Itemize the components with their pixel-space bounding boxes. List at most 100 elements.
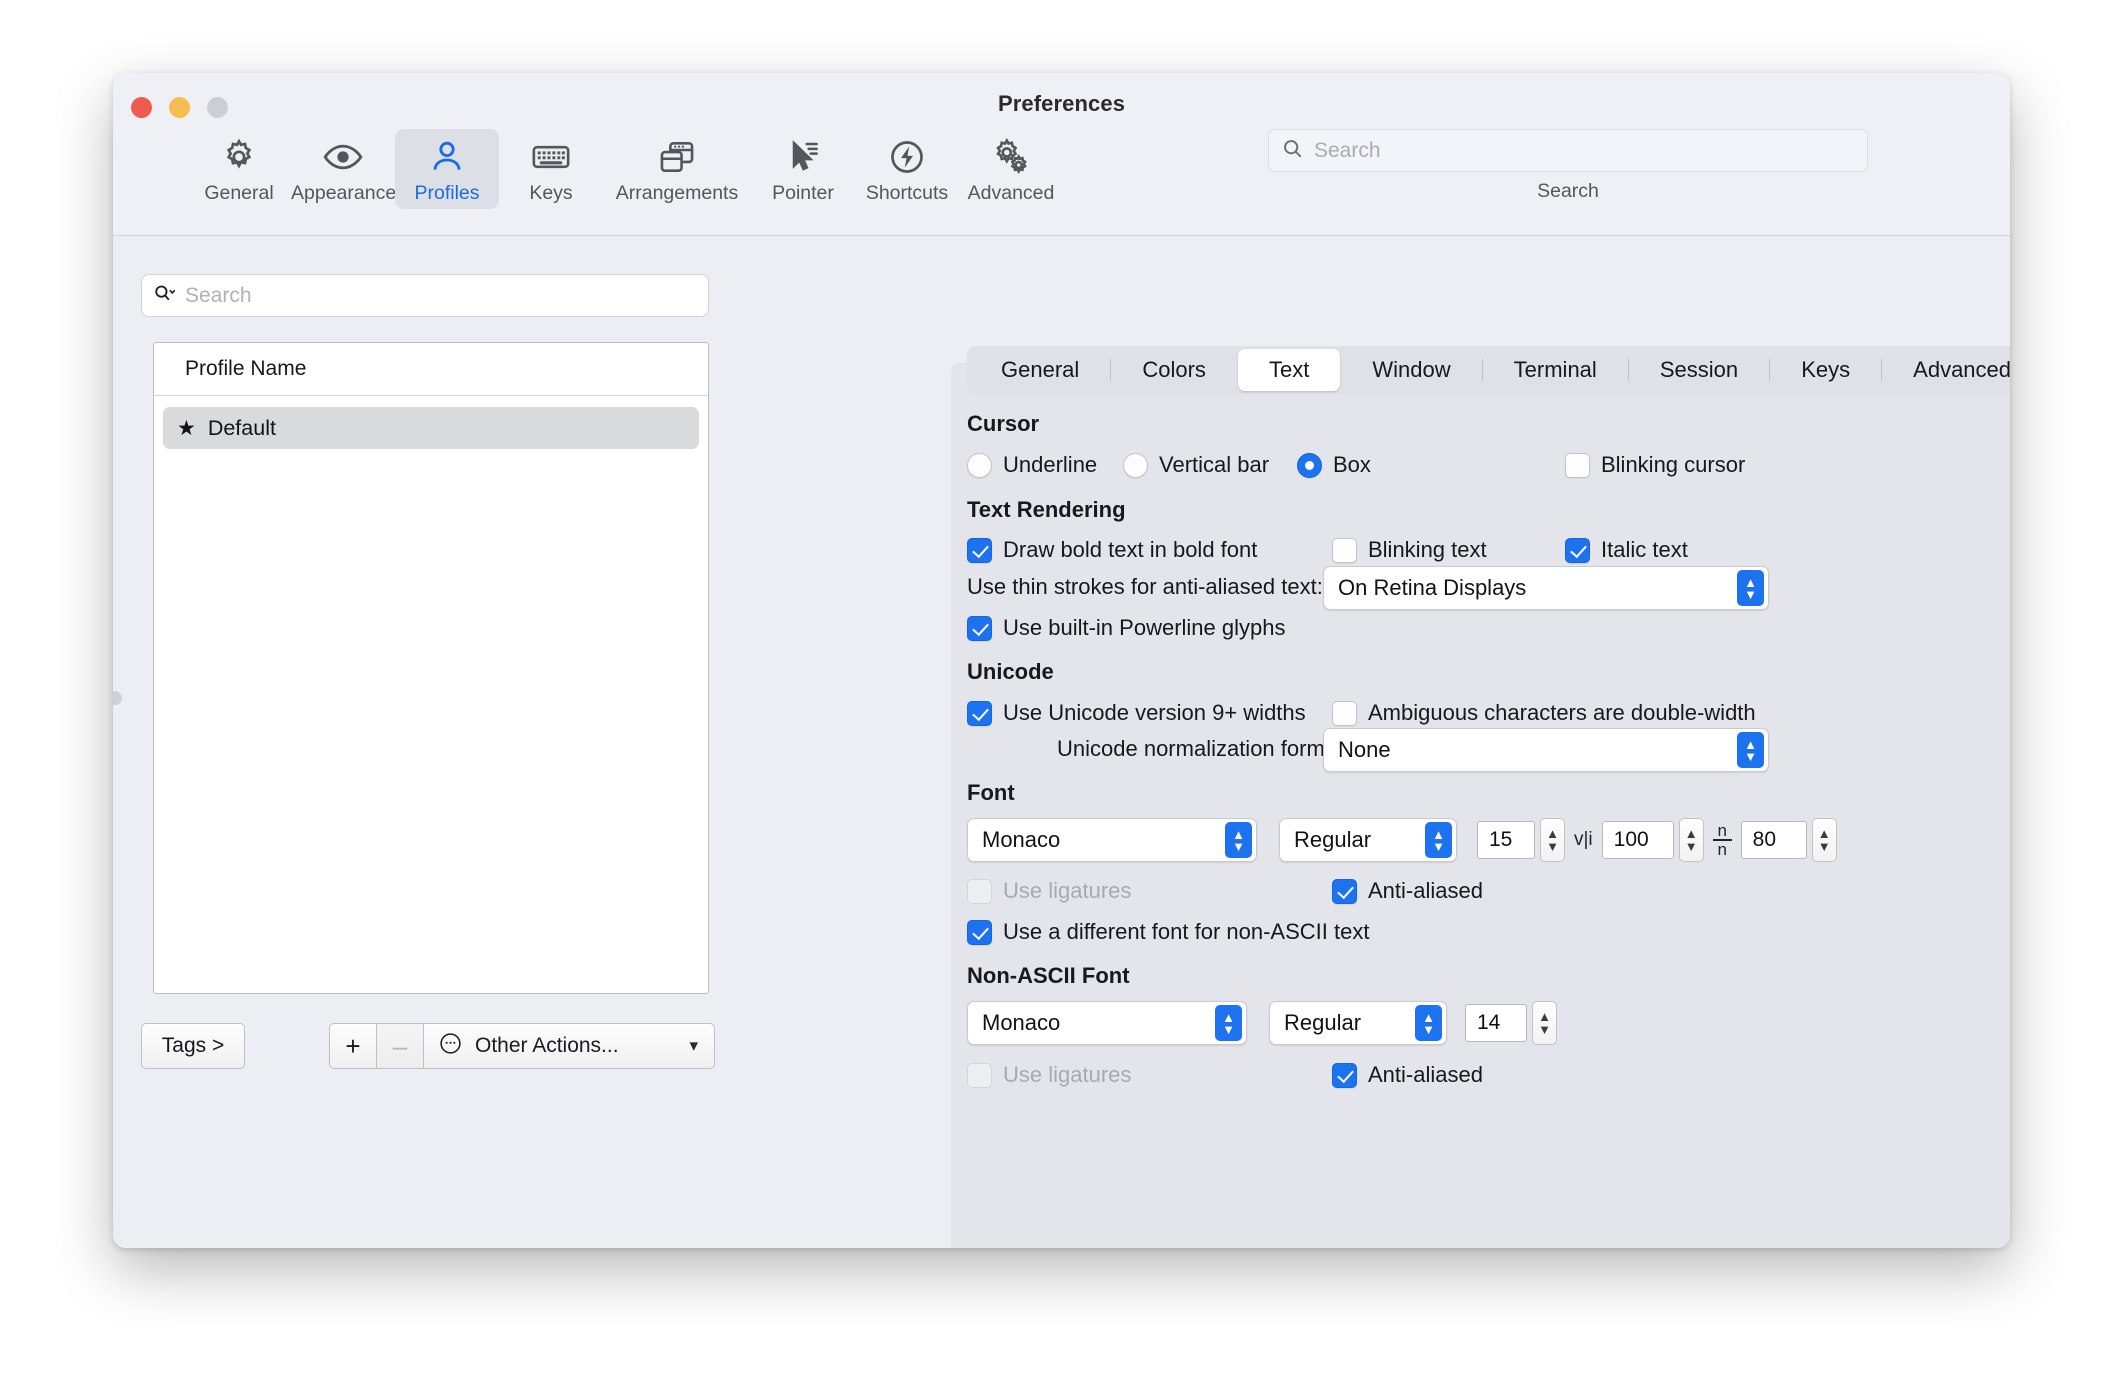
windows-icon — [603, 136, 751, 178]
toolbar-item-label: Advanced — [967, 182, 1055, 204]
toolbar-item-keys[interactable]: Keys — [499, 129, 603, 209]
profile-table: Profile Name ★ Default — [153, 342, 709, 994]
font-size-field[interactable]: 15 — [1477, 821, 1535, 859]
radio-underline[interactable] — [967, 452, 992, 478]
checkbox-unicode-version-9[interactable] — [967, 700, 992, 726]
profile-table-header[interactable]: Profile Name — [154, 343, 708, 396]
checkbox-draw-bold-text[interactable] — [967, 537, 992, 563]
toolbar-tab-list: General Appearance Profiles Keys Arrange… — [187, 129, 1063, 209]
toolbar-item-shortcuts[interactable]: Shortcuts — [855, 129, 959, 209]
checkbox-anti-aliased[interactable] — [1332, 878, 1357, 904]
blinking-cursor-row[interactable]: Blinking cursor — [1565, 452, 1745, 478]
font-antialiased-row[interactable]: Anti-aliased — [1332, 878, 1483, 904]
non-ascii-font-family-select[interactable]: Monaco ▲ ▼ — [967, 1001, 1247, 1045]
radio-vertical-bar[interactable] — [1123, 452, 1148, 478]
non-ascii-font-controls-row: Monaco ▲ ▼ Regular ▲ ▼ 14 ▲ ▼ — [967, 1001, 1557, 1045]
tab-terminal[interactable]: Terminal — [1483, 349, 1628, 391]
non-ascii-font-style-select[interactable]: Regular ▲ ▼ — [1269, 1001, 1447, 1045]
font-size-stepper[interactable]: ▲ ▼ — [1540, 818, 1565, 862]
font-ligatures-row[interactable]: Use ligatures — [967, 878, 1131, 904]
horizontal-spacing-stepper[interactable]: ▲ ▼ — [1678, 818, 1704, 862]
tags-button[interactable]: Tags > — [141, 1023, 245, 1069]
toolbar-item-appearance[interactable]: Appearance — [291, 129, 396, 209]
toolbar-item-general[interactable]: General — [187, 129, 291, 209]
window-toolbar: Preferences General Appearance Profiles … — [113, 73, 2010, 236]
add-profile-button[interactable]: + — [329, 1023, 377, 1069]
toolbar-search-container: Search Search — [1268, 129, 1868, 203]
plus-icon: + — [345, 1030, 361, 1061]
vertical-spacing-icon: nn — [1712, 822, 1732, 858]
unicode-v9-row[interactable]: Use Unicode version 9+ widths — [967, 700, 1306, 726]
tab-colors[interactable]: Colors — [1111, 349, 1237, 391]
checkbox-powerline-glyphs[interactable] — [967, 615, 992, 641]
chevron-updown-icon: ▲ ▼ — [1425, 822, 1452, 858]
chevron-updown-icon: ▲ ▼ — [1737, 732, 1764, 768]
blinking-text-label: Blinking text — [1368, 537, 1487, 562]
profile-search-input[interactable]: Search — [141, 274, 709, 317]
different-non-ascii-row[interactable]: Use a different font for non-ASCII text — [967, 919, 1369, 945]
toolbar-item-pointer[interactable]: Pointer — [751, 129, 855, 209]
checkbox-non-ascii-anti-aliased[interactable] — [1332, 1062, 1357, 1088]
table-row[interactable]: ★ Default — [163, 407, 699, 449]
tab-general[interactable]: General — [970, 349, 1110, 391]
thin-strokes-select[interactable]: On Retina Displays ▲ ▼ — [1323, 566, 1769, 610]
vertical-spacing-stepper[interactable]: ▲ ▼ — [1811, 818, 1837, 862]
sidebar-resize-handle[interactable] — [113, 691, 122, 705]
checkbox-ambiguous-double-width[interactable] — [1332, 700, 1357, 726]
bold-font-row[interactable]: Draw bold text in bold font — [967, 537, 1257, 563]
normalization-select[interactable]: None ▲ ▼ — [1323, 728, 1769, 772]
checkbox-italic-text[interactable] — [1565, 537, 1590, 563]
search-input[interactable]: Search — [1268, 129, 1868, 172]
toolbar-item-profiles[interactable]: Profiles — [395, 129, 499, 209]
profile-table-rows: ★ Default — [154, 396, 708, 449]
tab-keys[interactable]: Keys — [1770, 349, 1881, 391]
other-actions-menu[interactable]: Other Actions... ▾ — [424, 1023, 715, 1069]
toolbar-item-label: Pointer — [772, 182, 834, 204]
vertical-spacing-value: 80 — [1752, 828, 1777, 851]
checkbox-use-ligatures[interactable] — [967, 878, 992, 904]
non-ascii-antialiased-row[interactable]: Anti-aliased — [1332, 1062, 1483, 1088]
ambiguous-width-row[interactable]: Ambiguous characters are double-width — [1332, 700, 1756, 726]
star-icon: ★ — [177, 416, 196, 440]
toolbar-item-advanced[interactable]: Advanced — [959, 129, 1063, 209]
tab-window[interactable]: Window — [1341, 349, 1481, 391]
checkbox-different-non-ascii-font[interactable] — [967, 919, 992, 945]
search-placeholder: Search — [1314, 138, 1381, 162]
tab-session[interactable]: Session — [1629, 349, 1769, 391]
tab-label: General — [1001, 357, 1080, 382]
non-ascii-ligatures-row[interactable]: Use ligatures — [967, 1062, 1131, 1088]
gear-icon — [187, 136, 291, 178]
cursor-icon — [751, 136, 855, 178]
tab-advanced[interactable]: Advanced — [1882, 349, 2010, 391]
cursor-option-box[interactable]: Box — [1297, 452, 1371, 478]
cursor-option-vertical-bar[interactable]: Vertical bar — [1123, 452, 1269, 478]
remove-profile-button[interactable]: – — [377, 1023, 424, 1069]
checkbox-blinking-text[interactable] — [1332, 537, 1357, 563]
non-ascii-font-family-value: Monaco — [982, 1010, 1061, 1035]
checkbox-non-ascii-use-ligatures[interactable] — [967, 1062, 992, 1088]
italic-text-row[interactable]: Italic text — [1565, 537, 1688, 563]
toolbar-item-arrangements[interactable]: Arrangements — [603, 129, 751, 209]
ellipsis-circle-icon — [438, 1031, 463, 1062]
font-family-select[interactable]: Monaco ▲ ▼ — [967, 818, 1257, 862]
search-icon — [153, 281, 177, 310]
preferences-window: Preferences General Appearance Profiles … — [113, 73, 2010, 1248]
chevron-updown-icon: ▲ ▼ — [1737, 570, 1764, 606]
font-antialiased-label: Anti-aliased — [1368, 878, 1483, 903]
minus-icon: – — [392, 1030, 408, 1061]
font-style-select[interactable]: Regular ▲ ▼ — [1279, 818, 1457, 862]
horizontal-spacing-field[interactable]: 100 — [1601, 821, 1674, 859]
section-heading-cursor: Cursor — [967, 411, 1040, 436]
blinking-text-row[interactable]: Blinking text — [1332, 537, 1487, 563]
powerline-row[interactable]: Use built-in Powerline glyphs — [967, 615, 1285, 641]
person-icon — [395, 136, 499, 178]
non-ascii-font-size-field[interactable]: 14 — [1465, 1004, 1527, 1042]
thin-strokes-label-row: Use thin strokes for anti-aliased text: — [967, 574, 1323, 600]
profile-name: Default — [207, 415, 276, 440]
tab-text[interactable]: Text — [1237, 349, 1341, 391]
radio-box[interactable] — [1297, 452, 1322, 478]
non-ascii-font-size-stepper[interactable]: ▲ ▼ — [1532, 1001, 1557, 1045]
checkbox-blinking-cursor[interactable] — [1565, 452, 1590, 478]
vertical-spacing-field[interactable]: 80 — [1740, 821, 1807, 859]
cursor-option-underline[interactable]: Underline — [967, 452, 1097, 478]
